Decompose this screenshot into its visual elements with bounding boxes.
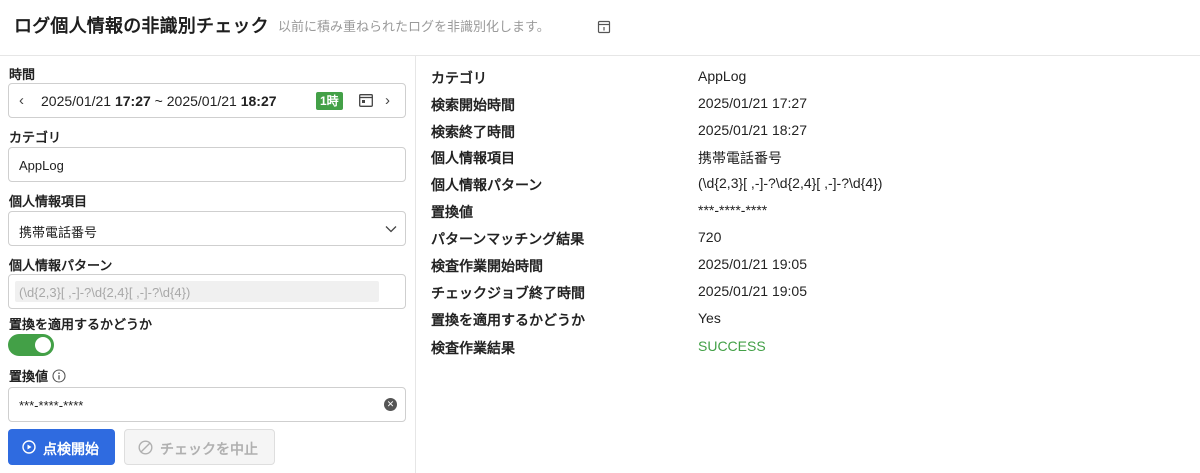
category-label: カテゴリ <box>9 130 62 145</box>
replace-value-input[interactable]: ***-****-**** ✕ <box>8 387 406 422</box>
start-time: 17:27 <box>114 93 151 109</box>
replace-value-label: 置換値 <box>9 369 49 384</box>
detail-row: 検査作業開始時間 2025/01/21 19:05 <box>431 256 1191 276</box>
detail-row: パターンマッチング結果 720 <box>431 229 1191 249</box>
start-date: 2025/01/21 <box>41 93 112 109</box>
toggle-knob <box>35 337 51 353</box>
pii-item-value: 携帯電話番号 <box>19 225 98 240</box>
detail-value: Yes <box>698 310 721 326</box>
detail-value: 2025/01/21 19:05 <box>698 256 807 272</box>
page-subtitle: 以前に積み重ねられたログを非識別化します。 <box>278 19 550 34</box>
detail-row: 個人情報項目 携帯電話番号 <box>431 148 1191 168</box>
info-icon[interactable] <box>52 369 66 383</box>
time-label: 時間 <box>9 67 36 82</box>
detail-row: 置換を適用するかどうか Yes <box>431 310 1191 330</box>
chevron-down-icon <box>385 226 397 233</box>
detail-key: 個人情報パターン <box>431 177 543 193</box>
page-header: ログ個人情報の非識別チェック 以前に積み重ねられたログを非識別化します。 <box>0 0 1200 56</box>
search-form-panel: 時間 ‹ 2025/01/21 17:27 ~ 2025/01/21 18:27… <box>0 56 416 473</box>
detail-key: 検査作業開始時間 <box>431 258 543 274</box>
replace-value-text: ***-****-**** <box>19 398 84 413</box>
detail-row: 置換値 ***-****-**** <box>431 202 1191 222</box>
detail-value: (\d{2,3}[ ,-]-?\d{2,4}[ ,-]-?\d{4}) <box>698 175 883 191</box>
start-check-label: 点検開始 <box>43 441 99 457</box>
pii-pattern-input[interactable]: (\d{2,3}[ ,-]-?\d{2,4}[ ,-]-?\d{4}) <box>8 274 406 309</box>
detail-value: 携帯電話番号 <box>698 150 782 166</box>
prohibited-icon <box>138 440 153 455</box>
job-result-status: SUCCESS <box>698 338 766 354</box>
pii-item-select[interactable]: 携帯電話番号 <box>8 211 406 246</box>
play-circle-icon <box>22 440 36 454</box>
detail-key: 個人情報項目 <box>431 150 515 166</box>
detail-key: 検索開始時間 <box>431 97 515 113</box>
detail-row: 検索終了時間 2025/01/21 18:27 <box>431 122 1191 142</box>
replace-value-label-row: 置換値 <box>9 366 66 385</box>
detail-row: チェックジョブ終了時間 2025/01/21 19:05 <box>431 283 1191 303</box>
calendar-icon[interactable] <box>359 94 373 107</box>
end-date: 2025/01/21 <box>166 93 237 109</box>
apply-replace-label: 置換を適用するかどうか <box>9 317 153 332</box>
archive-icon[interactable] <box>597 20 611 34</box>
page-title: ログ個人情報の非識別チェック <box>14 16 269 36</box>
stop-check-button[interactable]: チェックを中止 <box>124 429 275 465</box>
detail-key: カテゴリ <box>431 70 487 86</box>
detail-key: パターンマッチング結果 <box>431 231 585 247</box>
detail-row: 検索開始時間 2025/01/21 17:27 <box>431 95 1191 115</box>
category-input[interactable]: AppLog <box>8 147 406 182</box>
pii-item-label: 個人情報項目 <box>9 194 88 209</box>
chevron-right-icon[interactable]: › <box>385 92 390 109</box>
detail-value: 720 <box>698 229 722 245</box>
detail-row: 検査作業結果 SUCCESS <box>431 338 1191 358</box>
end-time: 18:27 <box>240 93 277 109</box>
detail-value: 2025/01/21 17:27 <box>698 95 807 111</box>
detail-row: カテゴリ AppLog <box>431 68 1191 88</box>
detail-key: 検査作業結果 <box>431 340 515 356</box>
detail-value: 2025/01/21 19:05 <box>698 283 807 299</box>
range-separator: ~ <box>154 93 163 109</box>
detail-value: ***-****-**** <box>698 202 768 218</box>
pii-pattern-label: 個人情報パターン <box>9 258 113 273</box>
detail-key: チェックジョブ終了時間 <box>431 285 585 301</box>
detail-key: 置換値 <box>431 204 473 220</box>
start-check-button[interactable]: 点検開始 <box>8 429 115 465</box>
pii-pattern-value: (\d{2,3}[ ,-]-?\d{2,4}[ ,-]-?\d{4}) <box>19 285 191 300</box>
time-range-picker[interactable]: ‹ 2025/01/21 17:27 ~ 2025/01/21 18:27 1時… <box>8 83 406 118</box>
detail-row: 個人情報パターン (\d{2,3}[ ,-]-?\d{2,4}[ ,-]-?\d… <box>431 175 1191 195</box>
apply-replace-toggle[interactable] <box>8 334 54 356</box>
clear-icon[interactable]: ✕ <box>384 398 397 411</box>
detail-key: 検索終了時間 <box>431 124 515 140</box>
duration-badge[interactable]: 1時 <box>316 92 343 110</box>
detail-value: AppLog <box>698 68 747 84</box>
category-value: AppLog <box>19 158 64 173</box>
time-range-text: 2025/01/21 17:27 ~ 2025/01/21 18:27 <box>41 93 277 109</box>
detail-key: 置換を適用するかどうか <box>431 312 585 328</box>
chevron-left-icon[interactable]: ‹ <box>19 92 24 109</box>
detail-value: 2025/01/21 18:27 <box>698 122 807 138</box>
stop-check-label: チェックを中止 <box>160 441 258 457</box>
